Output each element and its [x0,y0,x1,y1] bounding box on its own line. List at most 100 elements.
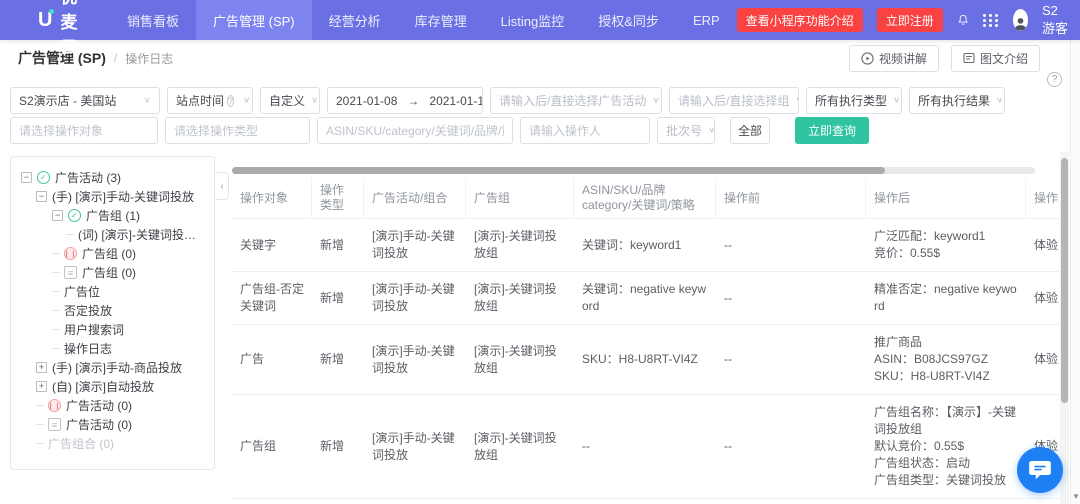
cell-campaign: [演示]手动-关键词投放 [364,334,466,386]
campaign-tree-panel: − 广告活动 (3) − (手) [演示]手动-关键词投放 − 广告组 (1) … [10,156,215,470]
scroll-down-arrow-icon[interactable]: ▼ [1072,492,1080,501]
filter-row-2: 批次号 全部 立即查询 [10,117,869,144]
tree-item-adgroups-archived[interactable]: 广告组 (0) [19,263,206,282]
cell-adgroup: [演示]-关键词投放组 [466,421,574,473]
cell-target: 广告组 [232,429,312,464]
tree-item-adgroups-paused[interactable]: 广告组 (0) [19,244,206,263]
target-input[interactable] [10,117,158,144]
chat-support-button[interactable] [1017,447,1063,493]
video-guide-button[interactable]: 视频讲解 [849,45,939,72]
tree-item-adgroups-enabled[interactable]: − 广告组 (1) [19,206,206,225]
cell-adgroup: [演示]-关键词投放组 [466,272,574,324]
col-header-criteria: ASIN/SKU/品牌 category/关键词/策略 [574,178,716,218]
tree-item-search-terms[interactable]: 用户搜索词 [19,320,206,339]
tree-item-keyword-group[interactable]: (词) [演示]-关键词投放组 [19,225,206,244]
bell-icon[interactable] [957,11,969,29]
col-header-target: 操作对象 [232,178,312,218]
cell-criteria: 关键词：keyword1 [574,228,716,263]
col-header-operator: 操作人 [1026,178,1059,218]
tree-item-placements[interactable]: 广告位 [19,282,206,301]
play-icon [861,52,874,65]
info-icon: ? [227,95,234,107]
cell-criteria: 关键词：negative keyword [574,272,716,324]
brand-logo[interactable]: U 优麦云 [38,0,84,58]
tree-item-portfolios[interactable]: 广告组合 (0) [19,434,206,453]
table-row: 广告组 新增 [演示]手动-关键词投放 [演示]-关键词投放组 -- -- 广告… [232,395,1059,499]
breadcrumb-current: 操作日志 [125,50,173,67]
logo-icon: U [38,9,52,31]
cell-after: 推广商品 ASIN：B08JCS97GZ SKU：H8-U8RT-VI4Z [866,325,1026,394]
avatar[interactable] [1013,9,1028,31]
panel-collapse-handle[interactable]: ‹ [215,172,229,200]
nav-item-listing-monitor[interactable]: Listing监控 [484,0,582,40]
keyword-input[interactable] [317,117,513,144]
username-label: S2游客 [1042,3,1071,37]
nav-item-ad-management[interactable]: 广告管理 (SP) [196,0,312,40]
cell-optype: 新增 [312,228,364,263]
nav-item-auth-sync[interactable]: 授权&同步 [581,0,676,40]
col-header-adgroup: 广告组 [466,178,574,218]
cell-after: 精准否定：negative keyword [866,272,1026,324]
apps-grid-icon[interactable] [983,14,999,27]
cell-adgroup: [演示]-关键词投放组 [466,334,574,386]
doc-intro-button[interactable]: 图文介绍 [951,45,1040,72]
time-field-select[interactable]: 站点时间? [167,87,253,114]
page-scrollbar[interactable]: ▼ [1070,40,1080,504]
batch-select[interactable]: 批次号 [657,117,715,144]
tree-item-campaign-auto[interactable]: + (自) [演示]自动投放 [19,377,206,396]
tree-item-campaign-keyword[interactable]: − (手) [演示]手动-关键词投放 [19,187,206,206]
exec-type-select[interactable]: 所有执行类型 [806,87,902,114]
scope-all-button[interactable]: 全部 [730,117,770,144]
tree-item-operation-log[interactable]: 操作日志 [19,339,206,358]
table-header: 操作对象 操作类型 广告活动/组合 广告组 ASIN/SKU/品牌 catego… [232,178,1059,219]
help-icon[interactable]: ? [1047,72,1062,87]
range-mode-select[interactable]: 自定义 [260,87,320,114]
tree-item-campaign-product[interactable]: + (手) [演示]手动-商品投放 [19,358,206,377]
arrow-right-icon: → [407,94,419,108]
table-vertical-scrollbar [1060,152,1069,504]
top-navbar: U 优麦云 销售看板 广告管理 (SP) 经营分析 库存管理 Listing监控… [0,0,1080,40]
expand-toggle[interactable]: + [36,381,47,392]
col-header-before: 操作前 [716,178,866,218]
cell-before: -- [716,429,866,464]
query-button[interactable]: 立即查询 [795,117,869,144]
cell-after: 广告组名称：【演示】-关键词投放组 默认竞价：0.55$ 广告组状态：启动 广告… [866,395,1026,498]
nav-item-erp[interactable]: ERP [676,0,737,40]
table-vertical-scrollbar-thumb[interactable] [1061,158,1068,403]
exec-result-select[interactable]: 所有执行结果 [909,87,1005,114]
cell-operator: 体验账号 [1026,342,1059,377]
operator-input[interactable] [520,117,650,144]
store-select[interactable]: S2演示店 - 美国站 [10,87,160,114]
campaign-select[interactable]: 请输入后/直接选择广告活动 [490,87,662,114]
cell-after: 活动名称：【演示】手动-关键词投放 投放类型：手动投放 组合：MYL广告组合名称… [866,499,1026,504]
tree-item-negative-targeting[interactable]: 否定投放 [19,301,206,320]
cell-optype: 新增 [312,429,364,464]
cell-adgroup: [演示]-关键词投放组 [466,219,574,271]
chat-bubble-icon [1028,459,1052,481]
filter-row-1: S2演示店 - 美国站 站点时间? 自定义 2021-01-08 → 2021-… [10,87,1005,114]
expand-toggle[interactable]: + [36,362,47,373]
cell-optype: 新增 [312,342,364,377]
operation-log-table: 操作对象 操作类型 广告活动/组合 广告组 ASIN/SKU/品牌 catego… [232,178,1059,504]
cell-campaign: [演示]手动-关键词投放 [364,272,466,324]
expand-toggle[interactable]: − [36,191,47,202]
nav-item-business-analysis[interactable]: 经营分析 [312,0,398,40]
optype-input[interactable] [165,117,310,144]
nav-item-inventory[interactable]: 库存管理 [398,0,484,40]
cell-campaign: [演示]手动-关键词投放 [364,219,466,271]
date-range-picker[interactable]: 2021-01-08 → 2021-01-14 [327,87,483,114]
tree-item-campaigns-enabled[interactable]: − 广告活动 (3) [19,168,206,187]
brand-name: 优麦云 [60,0,84,58]
expand-toggle[interactable]: − [21,172,32,183]
tree-item-campaigns-archived[interactable]: 广告活动 (0) [19,415,206,434]
col-header-campaign: 广告活动/组合 [364,178,466,218]
tree-item-campaigns-paused[interactable]: 广告活动 (0) [19,396,206,415]
adgroup-select[interactable]: 请输入后/直接选择组 [669,87,799,114]
horizontal-scrollbar-thumb[interactable] [232,167,885,174]
col-header-optype: 操作类型 [312,178,364,218]
status-archived-icon [48,418,61,431]
register-button[interactable]: 立即注册 [877,8,943,32]
nav-item-sales-board[interactable]: 销售看板 [110,0,196,40]
expand-toggle[interactable]: − [52,210,63,221]
miniapp-intro-button[interactable]: 查看小程序功能介绍 [737,8,863,32]
